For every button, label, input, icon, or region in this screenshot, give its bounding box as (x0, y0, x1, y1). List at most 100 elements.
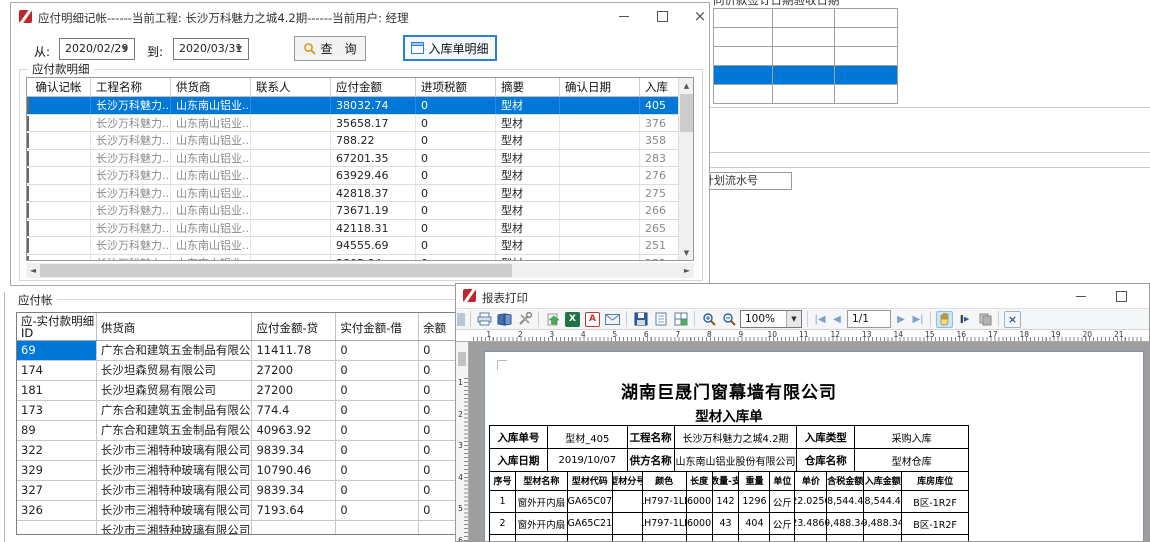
scrollbar-thumb[interactable] (680, 94, 693, 132)
id-cell[interactable]: 69 (17, 341, 97, 360)
id-cell[interactable]: 174 (17, 361, 97, 380)
supplier-cell[interactable]: 长沙市三湘特种玻璃有限公司 (97, 481, 253, 500)
checkbox[interactable] (27, 203, 29, 218)
confirm-date-cell[interactable] (560, 167, 640, 184)
id-cell[interactable]: 181 (17, 381, 97, 400)
tax-cell[interactable]: 0 (416, 97, 496, 114)
supplier-cell[interactable]: 山东南山铝业... (171, 150, 251, 167)
id-cell[interactable]: 89 (17, 421, 97, 440)
debit-cell[interactable]: 0 (336, 461, 419, 480)
inbound-no-cell[interactable]: 275 (640, 185, 680, 202)
tax-cell[interactable]: 0 (416, 132, 496, 149)
summary-cell[interactable]: 型材 (496, 150, 560, 167)
scroll-down-icon[interactable]: ▼ (679, 245, 694, 260)
debit-cell[interactable]: 0 (336, 501, 419, 520)
col-header[interactable]: 供货商 (97, 313, 253, 340)
scroll-left-icon[interactable]: ◄ (26, 263, 40, 278)
zoom-in-icon[interactable] (700, 311, 717, 328)
amount-cell[interactable]: 3805.84 (331, 255, 416, 262)
inbound-detail-button[interactable]: 入库单明细 (403, 35, 497, 61)
supplier-cell[interactable]: 长沙市三湘特种玻璃有限公司 (97, 461, 253, 480)
id-cell[interactable]: 329 (17, 461, 97, 480)
supplier-cell[interactable]: 长沙坦森贸易有限公司 (97, 381, 253, 400)
supplier-cell[interactable]: 山东南山铝业... (171, 202, 251, 219)
maximize-button[interactable] (1106, 286, 1136, 306)
col-header[interactable]: 工程名称 (91, 78, 171, 96)
table-row[interactable]: 174 长沙坦森贸易有限公司 27200 0 0 (17, 361, 462, 381)
col-header[interactable]: 摘要 (496, 78, 560, 96)
report-grid-icon[interactable] (672, 311, 689, 328)
summary-cell[interactable]: 型材 (496, 237, 560, 254)
amount-cell[interactable]: 42818.37 (331, 185, 416, 202)
supplier-cell[interactable]: 广东合和建筑五金制品有限公司 (97, 341, 253, 360)
project-cell[interactable]: 长沙万科魅力... (91, 132, 171, 149)
confirm-cell[interactable] (27, 167, 91, 184)
page-setup-icon[interactable] (496, 311, 513, 328)
checkbox[interactable] (27, 151, 29, 166)
project-cell[interactable]: 长沙万科魅力... (91, 97, 171, 114)
debit-cell[interactable]: 0 (336, 481, 419, 500)
close-preview-icon[interactable]: × (1004, 311, 1021, 328)
inbound-no-cell[interactable]: 283 (640, 150, 680, 167)
debit-cell[interactable]: 0 (336, 341, 419, 360)
checkbox[interactable] (27, 256, 29, 262)
col-header[interactable]: 确认日期 (560, 78, 640, 96)
supplier-cell[interactable]: 广东合和建筑五金制品有限公司 (97, 421, 253, 440)
table-row[interactable] (714, 47, 898, 66)
credit-cell[interactable]: 9839.34 (252, 441, 336, 460)
close-button[interactable] (685, 6, 715, 26)
page-indicator[interactable]: 1/1 (847, 310, 891, 328)
col-header[interactable]: 入库 (640, 78, 680, 96)
amount-cell[interactable]: 73671.19 (331, 202, 416, 219)
col-header[interactable]: 联系人 (251, 78, 331, 96)
credit-cell[interactable]: 11411.78 (252, 341, 336, 360)
hand-tool-icon[interactable] (936, 311, 953, 328)
supplier-cell[interactable]: 山东南山铝业... (171, 167, 251, 184)
table-row[interactable] (714, 85, 898, 104)
inbound-no-cell[interactable]: 276 (640, 167, 680, 184)
table-row[interactable]: 89 广东合和建筑五金制品有限公司 40963.92 0 0 (17, 421, 462, 441)
title-bar[interactable]: 应付明细记帐------当前工程: 长沙万科魅力之城4.2期------当前用户… (11, 3, 709, 29)
checkbox[interactable] (27, 168, 29, 183)
confirm-cell[interactable] (27, 202, 91, 219)
amount-cell[interactable]: 94555.69 (331, 237, 416, 254)
supplier-cell[interactable]: 山东南山铝业... (171, 220, 251, 237)
supplier-cell[interactable]: 长沙坦森贸易有限公司 (97, 361, 253, 380)
mail-icon[interactable] (604, 311, 621, 328)
table-row[interactable]: 181 长沙坦森贸易有限公司 27200 0 0 (17, 381, 462, 401)
confirm-date-cell[interactable] (560, 237, 640, 254)
summary-cell[interactable]: 型材 (496, 167, 560, 184)
table-row[interactable]: 长沙市三湘特种玻璃有限公司 (17, 521, 462, 534)
supplier-cell[interactable]: 山东南山铝业... (171, 237, 251, 254)
confirm-date-cell[interactable] (560, 255, 640, 262)
debit-cell[interactable]: 0 (336, 441, 419, 460)
supplier-cell[interactable]: 山东南山铝业... (171, 255, 251, 262)
amount-cell[interactable]: 788.22 (331, 132, 416, 149)
confirm-date-cell[interactable] (560, 185, 640, 202)
checkbox[interactable] (27, 186, 29, 201)
project-cell[interactable]: 长沙万科魅力... (91, 220, 171, 237)
debit-cell[interactable]: 0 (336, 401, 419, 420)
amount-cell[interactable]: 38032.74 (331, 97, 416, 114)
previous-page-button[interactable]: ◀ (830, 314, 844, 325)
project-cell[interactable]: 长沙万科魅力... (91, 185, 171, 202)
tax-cell[interactable]: 0 (416, 115, 496, 132)
confirm-cell[interactable] (27, 220, 91, 237)
close-button[interactable] (1142, 286, 1150, 306)
table-row[interactable]: 69 广东合和建筑五金制品有限公司 11411.78 0 0 (17, 341, 462, 361)
table-row-selected[interactable] (714, 66, 898, 85)
tax-cell[interactable]: 0 (416, 220, 496, 237)
tax-cell[interactable]: 0 (416, 185, 496, 202)
contact-cell[interactable] (251, 167, 331, 184)
credit-cell[interactable]: 9839.34 (252, 481, 336, 500)
confirm-date-cell[interactable] (560, 97, 640, 114)
inbound-no-cell[interactable]: 376 (640, 115, 680, 132)
chevron-down-icon[interactable]: ▼ (786, 311, 801, 327)
credit-cell[interactable]: 27200 (252, 361, 336, 380)
debit-cell[interactable]: 0 (336, 361, 419, 380)
id-cell[interactable]: 326 (17, 501, 97, 520)
contact-cell[interactable] (251, 132, 331, 149)
col-header[interactable]: 应付金额 (331, 78, 416, 96)
text-select-tool-icon[interactable]: I▶ (956, 311, 973, 328)
query-button[interactable]: 查 询 (294, 36, 366, 61)
